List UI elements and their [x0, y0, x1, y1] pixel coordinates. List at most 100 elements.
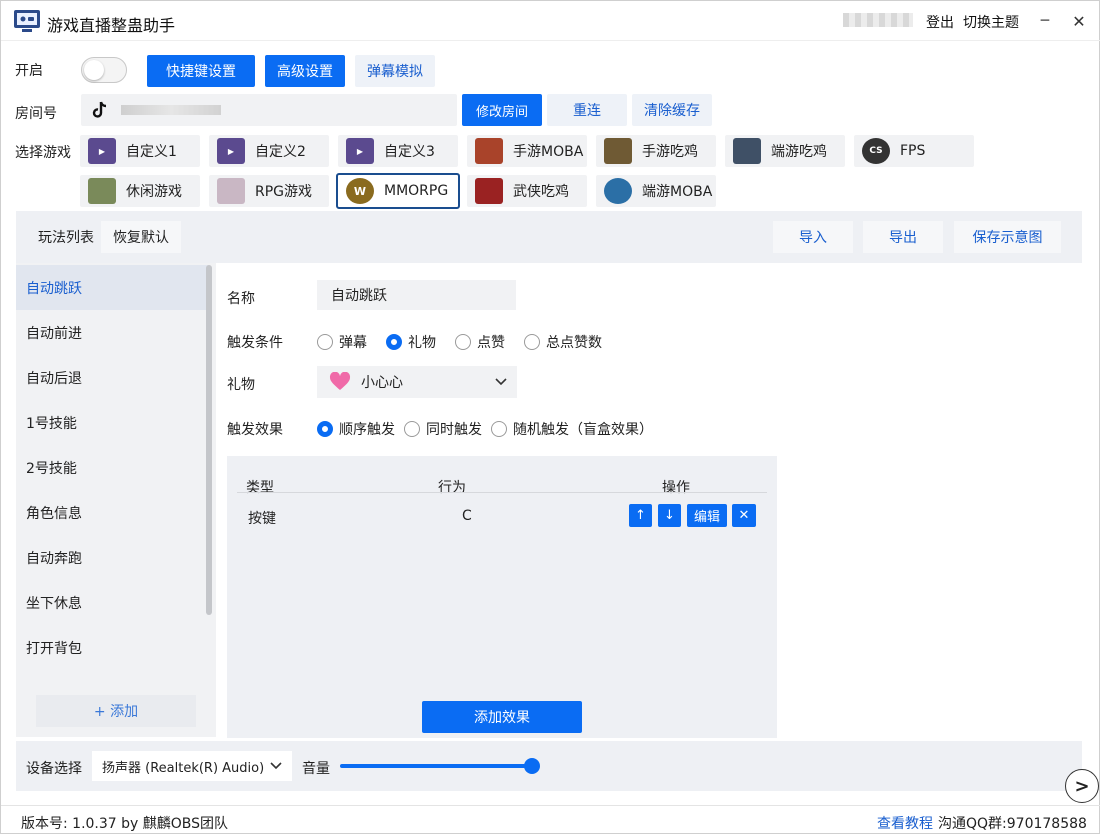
list-item[interactable]: 1号技能 [16, 400, 208, 445]
game-label: 自定义2 [255, 144, 306, 160]
room-label: 房间号 [15, 106, 57, 122]
volume-slider-track[interactable] [340, 764, 532, 768]
table-header-type: 类型 [246, 480, 274, 496]
delete-button[interactable]: ✕ [732, 504, 756, 527]
advanced-settings-button[interactable]: 高级设置 [265, 55, 345, 87]
radio-dot [491, 421, 507, 437]
reset-default-button[interactable]: 恢复默认 [101, 221, 181, 253]
game-label: FPS [900, 143, 926, 159]
game-custom1[interactable]: ▶ 自定义1 [80, 135, 200, 167]
game-pc-pubg[interactable]: 端游吃鸡 [725, 135, 845, 167]
room-input[interactable] [81, 94, 457, 126]
lol-icon [604, 178, 632, 204]
effect-label: 触发效果 [227, 422, 283, 438]
danmaku-sim-button[interactable]: 弹幕模拟 [355, 55, 435, 87]
volume-slider-thumb[interactable] [524, 758, 540, 774]
add-effect-button[interactable]: 添加效果 [422, 701, 582, 733]
game-label: 端游MOBA [642, 184, 713, 200]
enable-label: 开启 [15, 63, 43, 79]
game-pc-moba[interactable]: 端游MOBA [596, 175, 716, 207]
anime-icon [217, 178, 245, 204]
toggle-knob [84, 60, 104, 80]
game-label: 手游MOBA [513, 144, 584, 160]
table-header-ops: 操作 [662, 480, 690, 496]
game-label: RPG游戏 [255, 184, 313, 200]
radio-dot [317, 334, 333, 350]
list-item[interactable]: 2号技能 [16, 445, 208, 490]
app-window: 游戏直播整蛊助手 登出 切换主题 ─ ✕ 开启 快捷键设置 高级设置 弹幕模拟 … [0, 0, 1100, 834]
game-label: MMORPG [384, 183, 449, 199]
hotkey-settings-button[interactable]: 快捷键设置 [147, 55, 255, 87]
list-item[interactable]: 自动跳跃 [16, 265, 208, 310]
list-item[interactable]: 坐下休息 [16, 580, 208, 625]
game-mobile-pubg[interactable]: 手游吃鸡 [596, 135, 716, 167]
start-game-icon: ▶ [217, 138, 245, 164]
list-item[interactable]: 自动奔跑 [16, 535, 208, 580]
trigger-label: 触发条件 [227, 335, 283, 351]
effect-sequential-radio[interactable]: 顺序触发 [317, 419, 395, 439]
cs-icon: CS [862, 138, 890, 164]
next-button[interactable]: > [1065, 769, 1099, 803]
device-label: 设备选择 [26, 761, 82, 777]
import-button[interactable]: 导入 [773, 221, 853, 253]
game-mmorpg[interactable]: W MMORPG [336, 173, 460, 209]
trigger-gift-radio[interactable]: 礼物 [386, 332, 436, 352]
minimize-button[interactable]: ─ [1031, 7, 1059, 35]
game-rpg[interactable]: RPG游戏 [209, 175, 329, 207]
save-diagram-button[interactable]: 保存示意图 [954, 221, 1061, 253]
close-button[interactable]: ✕ [1065, 7, 1093, 35]
radio-dot [404, 421, 420, 437]
app-title: 游戏直播整蛊助手 [47, 16, 176, 35]
table-cell-type: 按键 [248, 511, 276, 527]
radio-dot-selected [386, 334, 402, 350]
effects-table [227, 456, 777, 738]
game-label: 手游吃鸡 [642, 144, 698, 160]
game-fps[interactable]: CS FPS [854, 135, 974, 167]
effect-random-radio[interactable]: 随机触发（盲盒效果） [491, 419, 653, 439]
game-label: 自定义3 [384, 144, 435, 160]
reconnect-button[interactable]: 重连 [547, 94, 627, 126]
casual-icon [88, 178, 116, 204]
status-bar: 版本号: 1.0.37 by 麒麟OBS团队 查看教程 沟通QQ群:970178… [1, 805, 1100, 834]
trigger-danmaku-radio[interactable]: 弹幕 [317, 332, 367, 352]
device-select[interactable]: 扬声器 (Realtek(R) Audio) [92, 751, 292, 781]
clear-cache-button[interactable]: 清除缓存 [632, 94, 712, 126]
radio-dot-selected [317, 421, 333, 437]
game-wuxia-pubg[interactable]: 武侠吃鸡 [467, 175, 587, 207]
modify-room-button[interactable]: 修改房间 [462, 94, 542, 126]
trigger-like-radio[interactable]: 点赞 [455, 332, 505, 352]
gift-value: 小心心 [361, 375, 403, 391]
select-game-label: 选择游戏 [15, 145, 71, 161]
enable-toggle[interactable] [81, 57, 127, 83]
export-button[interactable]: 导出 [863, 221, 943, 253]
add-play-button[interactable]: + 添加 [36, 695, 196, 727]
list-item[interactable]: 自动后退 [16, 355, 208, 400]
logout-link[interactable]: 登出 [926, 12, 954, 32]
game-custom3[interactable]: ▶ 自定义3 [338, 135, 458, 167]
radio-label: 顺序触发 [339, 422, 395, 438]
edit-button[interactable]: 编辑 [687, 504, 727, 527]
move-up-button[interactable]: ↑ [629, 504, 652, 527]
wow-icon: W [346, 178, 374, 204]
game-casual[interactable]: 休闲游戏 [80, 175, 200, 207]
device-value: 扬声器 (Realtek(R) Audio) [102, 760, 265, 776]
radio-label: 弹幕 [339, 335, 367, 351]
game-custom2[interactable]: ▶ 自定义2 [209, 135, 329, 167]
trigger-total-likes-radio[interactable]: 总点赞数 [524, 332, 602, 352]
name-input[interactable]: 自动跳跃 [317, 280, 516, 310]
tutorial-link[interactable]: 查看教程 [877, 813, 933, 833]
gift-select[interactable]: 小心心 [317, 366, 517, 398]
game-mobile-moba[interactable]: 手游MOBA [467, 135, 587, 167]
list-item[interactable]: 自动前进 [16, 310, 208, 355]
qq-group-text: 沟通QQ群:970178588 [938, 816, 1087, 832]
move-down-button[interactable]: ↓ [658, 504, 681, 527]
list-item[interactable]: 角色信息 [16, 490, 208, 535]
game-label: 武侠吃鸡 [513, 184, 569, 200]
switch-theme-link[interactable]: 切换主题 [963, 12, 1019, 32]
list-item[interactable]: 打开背包 [16, 625, 208, 670]
game-label: 休闲游戏 [126, 184, 182, 200]
username-blurred [843, 13, 913, 27]
effect-simultaneous-radio[interactable]: 同时触发 [404, 419, 482, 439]
play-list-scrollbar[interactable] [206, 265, 212, 615]
play-list: 自动跳跃 自动前进 自动后退 1号技能 2号技能 角色信息 自动奔跑 坐下休息 … [16, 263, 216, 737]
